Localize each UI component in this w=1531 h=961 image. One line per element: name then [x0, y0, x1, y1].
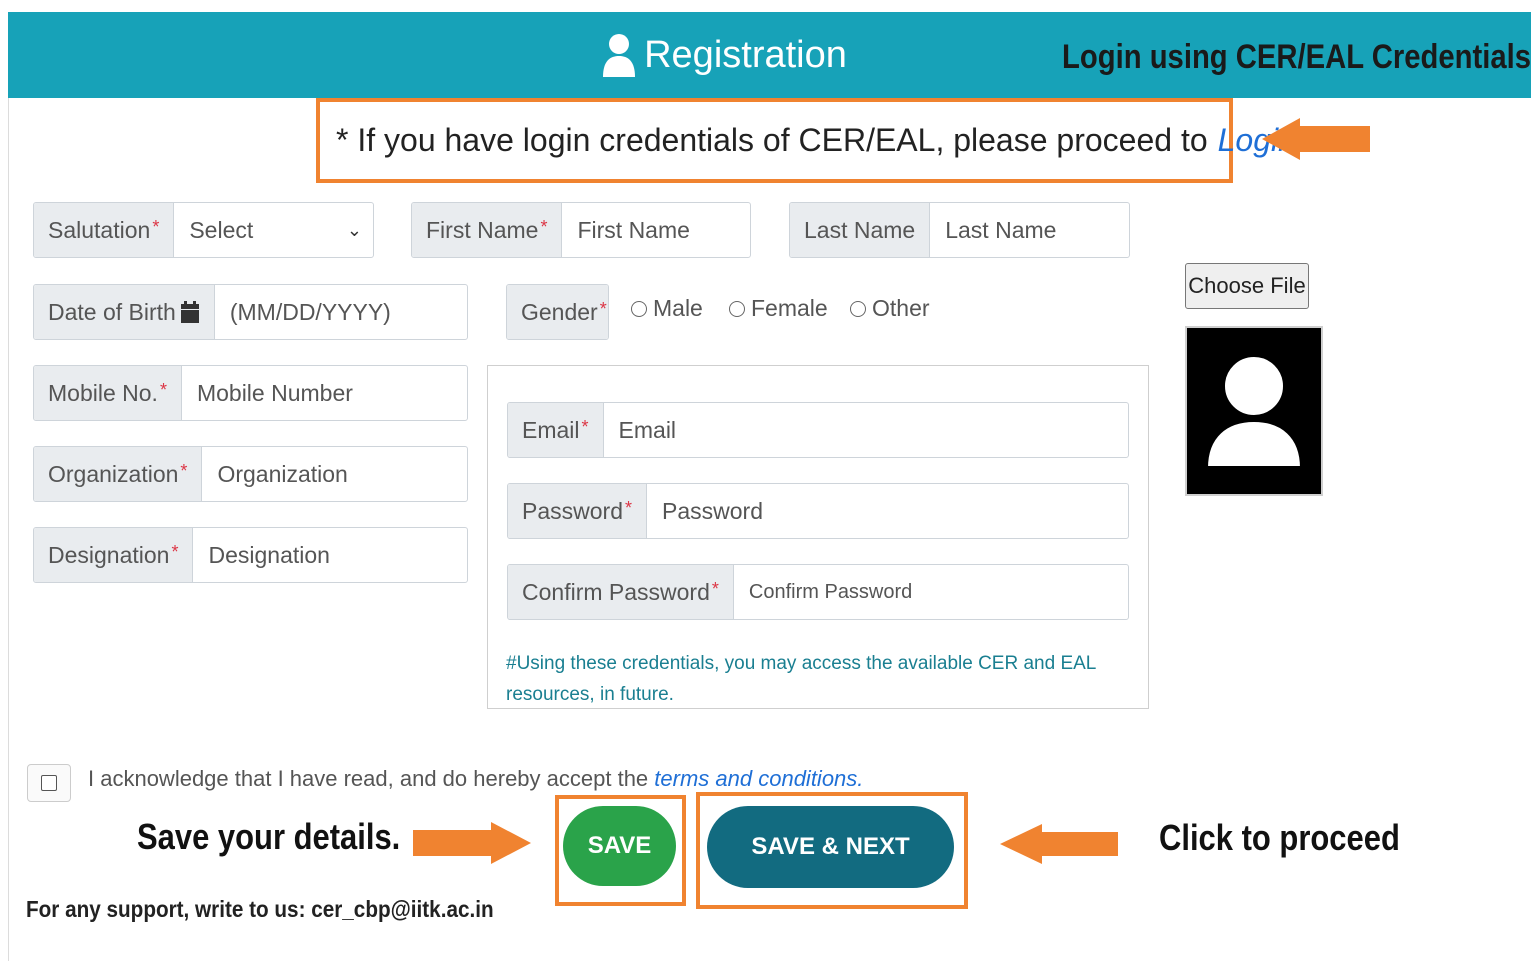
page-border	[8, 98, 9, 961]
mobile-group: Mobile No. * Mobile Number	[33, 365, 468, 421]
arrow-left-icon	[1000, 824, 1118, 864]
gender-radio-female[interactable]: Female	[729, 295, 828, 322]
credentials-note: #Using these credentials, you may access…	[506, 653, 1096, 705]
confirm-password-group: Confirm Password * Confirm Password	[507, 564, 1129, 620]
registration-header: Registration Login using CER/EAL Credent…	[8, 12, 1531, 98]
login-annotation: Login using CER/EAL Credentials	[1062, 38, 1531, 76]
mobile-label: Mobile No. *	[34, 366, 182, 420]
mobile-input[interactable]: Mobile Number	[182, 366, 467, 420]
last-name-input[interactable]: Last Name	[930, 203, 1129, 257]
organization-group: Organization * Organization	[33, 446, 468, 502]
acknowledge-text: I acknowledge that I have read, and do h…	[88, 766, 864, 791]
gender-radio-other[interactable]: Other	[850, 295, 930, 322]
last-name-group: Last Name Last Name	[789, 202, 1130, 258]
arrow-right-icon	[413, 822, 531, 864]
designation-group: Designation * Designation	[33, 527, 468, 583]
gender-label: Gender *	[507, 285, 608, 339]
user-icon	[603, 34, 636, 77]
password-label: Password *	[508, 484, 647, 538]
first-name-input[interactable]: First Name	[562, 203, 750, 257]
first-name-label: First Name *	[412, 203, 563, 257]
organization-input[interactable]: Organization	[202, 447, 467, 501]
last-name-label: Last Name	[790, 203, 931, 257]
confirm-password-input[interactable]: Confirm Password	[734, 565, 1128, 619]
salutation-group: Salutation * Select ⌄	[33, 202, 374, 258]
salutation-select[interactable]: Select ⌄	[174, 203, 373, 257]
gender-radio-male[interactable]: Male	[631, 295, 703, 322]
save-next-button[interactable]: SAVE & NEXT	[707, 806, 954, 888]
dob-input[interactable]: (MM/DD/YYYY)	[215, 285, 467, 339]
password-input[interactable]: Password	[647, 484, 1128, 538]
chevron-down-icon: ⌄	[346, 219, 362, 240]
arrow-left-icon	[1262, 118, 1370, 160]
login-callout: * If you have login credentials of CER/E…	[316, 98, 1296, 183]
profile-photo	[1185, 326, 1323, 496]
designation-input[interactable]: Designation	[193, 528, 467, 582]
salutation-label: Salutation *	[34, 203, 175, 257]
avatar-placeholder-icon	[1204, 353, 1304, 470]
terms-link[interactable]: terms and conditions.	[654, 766, 863, 791]
callout-text: * If you have login credentials of CER/E…	[336, 122, 1208, 158]
save-button[interactable]: SAVE	[563, 806, 676, 886]
designation-label: Designation *	[34, 528, 194, 582]
gender-group: Gender *	[506, 284, 609, 340]
support-text: For any support, write to us: cer_cbp@ii…	[26, 896, 494, 922]
header-title-text: Registration	[644, 33, 847, 76]
choose-file-button[interactable]: Choose File	[1185, 263, 1309, 309]
email-input[interactable]: Email	[604, 403, 1128, 457]
email-label: Email *	[508, 403, 604, 457]
organization-label: Organization *	[34, 447, 203, 501]
first-name-group: First Name * First Name	[411, 202, 751, 258]
email-group: Email * Email	[507, 402, 1129, 458]
password-group: Password * Password	[507, 483, 1129, 539]
save-annotation: Save your details.	[137, 816, 401, 857]
confirm-password-label: Confirm Password *	[508, 565, 734, 619]
calendar-icon	[180, 301, 199, 323]
proceed-annotation: Click to proceed	[1159, 817, 1400, 858]
dob-group: Date of Birth (MM/DD/YYYY)	[33, 284, 468, 340]
dob-label: Date of Birth	[34, 285, 215, 339]
terms-checkbox[interactable]	[27, 764, 71, 802]
